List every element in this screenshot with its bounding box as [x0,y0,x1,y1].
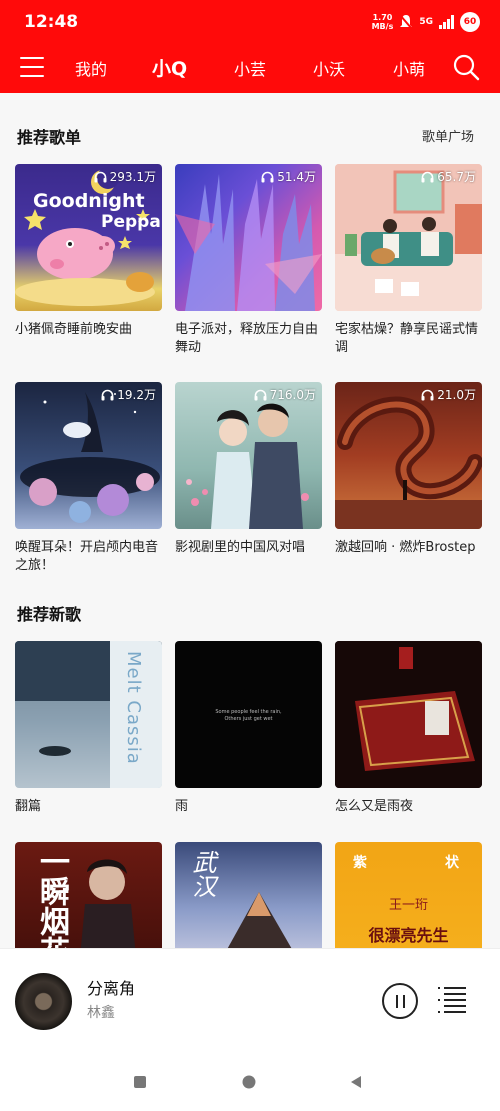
song-title: 怎么又是雨夜 [335,799,414,814]
song-cover: Some people feel the rain, Others just g… [175,641,322,788]
album-art-disc[interactable] [15,973,72,1030]
headphones-icon [254,389,267,400]
playlists-title: 推荐歌单 [17,128,82,147]
network-speed-value: 1.70 [372,13,393,22]
playlist-card[interactable]: 65.7万 宅家枯燥？静享民谣式情调 [335,164,482,357]
status-time: 12:48 [24,12,79,32]
system-nav-bar [0,1053,500,1111]
tab-mine[interactable]: 我的 [75,56,107,80]
tab-xiaomeng[interactable]: 小萌 [393,56,425,80]
headphones-icon [94,171,107,182]
status-icons: 1.70 MB/s 5G 60 [372,10,480,34]
new-songs-title: 推荐新歌 [17,605,82,624]
song-title: 翻篇 [15,799,42,814]
cover-text-4: 很漂亮先生 [368,926,449,945]
peppa-illustration [15,167,155,306]
song-cover [335,641,482,788]
cover-text-peppa: Peppa [101,212,161,232]
playlist-title: 电子派对，释放压力自由舞动 [175,322,319,355]
playlist-card[interactable]: 19.2万 唤醒耳朵！开启颅内电音之旅！ [15,382,162,575]
tab-xiaoyun[interactable]: 小芸 [234,56,266,80]
cover-text-1: 紫 [353,855,367,871]
playlist-title: 宅家枯燥？静享民谣式情调 [335,322,479,355]
now-playing-song: 分离角 [87,979,136,998]
playlist-card[interactable]: 51.4万 电子派对，释放压力自由舞动 [175,164,322,357]
status-bar: 12:48 1.70 MB/s 5G 60 [0,0,500,44]
search-icon[interactable] [452,53,480,81]
cover-text-2: 状 [445,855,459,871]
playlist-card[interactable]: 716.0万 影视剧里的中国风对唱 [175,382,322,557]
playlist-title: 激越回响 · 燃炸Brostep [335,540,476,555]
play-count-value: 716.0万 [269,388,316,402]
now-playing-artist: 林鑫 [87,1005,115,1021]
mini-player[interactable]: 分离角 林鑫 [0,948,500,1053]
app-header: 12:48 1.70 MB/s 5G 60 我的 小Q 小芸 小沃 小萌 [0,0,500,93]
home-icon[interactable] [242,1075,256,1089]
space-illustration [20,392,160,523]
playlist-cover: 65.7万 [335,164,482,311]
cover-text-3: 王一珩 [388,898,428,913]
play-count: 19.2万 [101,386,156,403]
headphones-icon [421,389,434,400]
hands-illustration [175,174,322,311]
playlist-title: 唤醒耳朵！开启颅内电音之旅！ [15,540,159,573]
play-count-value: 65.7万 [437,170,476,184]
song-card[interactable]: 怎么又是雨夜 [335,641,482,816]
room-illustration [335,641,482,788]
cover-text-line-1: Some people feel the rain, [215,709,282,715]
menu-icon[interactable] [20,55,46,79]
playlist-card[interactable]: 21.0万 激越回响 · 燃炸Brostep [335,382,482,557]
play-count: 65.7万 [421,168,476,185]
play-count-value: 51.4万 [277,170,316,184]
network-speed-unit: MB/s [371,22,394,31]
playlist-title: 影视剧里的中国风对唱 [175,540,306,555]
playlist-title: 小猪佩奇睡前晚安曲 [15,322,133,337]
home-illustration [335,164,482,311]
song-title: 雨 [175,799,189,814]
song-cover: Melt Cassia [15,641,162,788]
play-count: 21.0万 [421,386,476,403]
play-count: 293.1万 [94,168,156,185]
song-card[interactable]: Melt Cassia 翻篇 [15,641,162,816]
top-nav: 我的 小Q 小芸 小沃 小萌 [0,46,500,90]
cover-text: Some people feel the rain, Others just g… [175,709,322,723]
back-icon[interactable] [350,1075,362,1089]
tab-xiaowo[interactable]: 小沃 [313,56,345,80]
headphones-icon [261,171,274,182]
signal-icon [439,15,454,29]
playlist-plaza-link[interactable]: 歌单广场 [422,126,474,145]
playlist-card[interactable]: Goodnight Peppa 293.1万 小猪佩奇睡前晚安曲 [15,164,162,339]
headphones-icon [421,171,434,182]
pause-button[interactable] [382,983,418,1019]
battery-icon: 60 [460,12,480,32]
song-card[interactable]: Some people feel the rain, Others just g… [175,641,322,816]
cover-text-goodnight: Goodnight [33,190,145,212]
cover-text-line-2: Others just get wet [224,716,273,722]
cover-text: Melt Cassia [123,651,144,765]
network-type: 5G [419,17,433,27]
tab-xiaoq[interactable]: 小Q [152,54,187,81]
mute-bell-icon [399,14,414,30]
play-count-value: 19.2万 [117,388,156,402]
playlist-cover: 19.2万 [15,382,162,529]
play-count: 51.4万 [261,168,316,185]
playlist-icon[interactable] [436,985,468,1015]
play-count-value: 293.1万 [109,170,156,184]
dragon-illustration [335,396,482,529]
playlist-cover: Goodnight Peppa 293.1万 [15,164,162,311]
battery-level: 60 [463,17,477,27]
cover-text: 武汉 [188,850,216,898]
recents-icon[interactable] [133,1075,147,1089]
playlist-cover: 716.0万 [175,382,322,529]
playlist-cover: 51.4万 [175,164,322,311]
play-count-value: 21.0万 [437,388,476,402]
play-count: 716.0万 [254,386,316,403]
couple-illustration [186,403,309,529]
network-speed: 1.70 MB/s [372,13,394,31]
playlist-cover: 21.0万 [335,382,482,529]
headphones-icon [101,389,114,400]
